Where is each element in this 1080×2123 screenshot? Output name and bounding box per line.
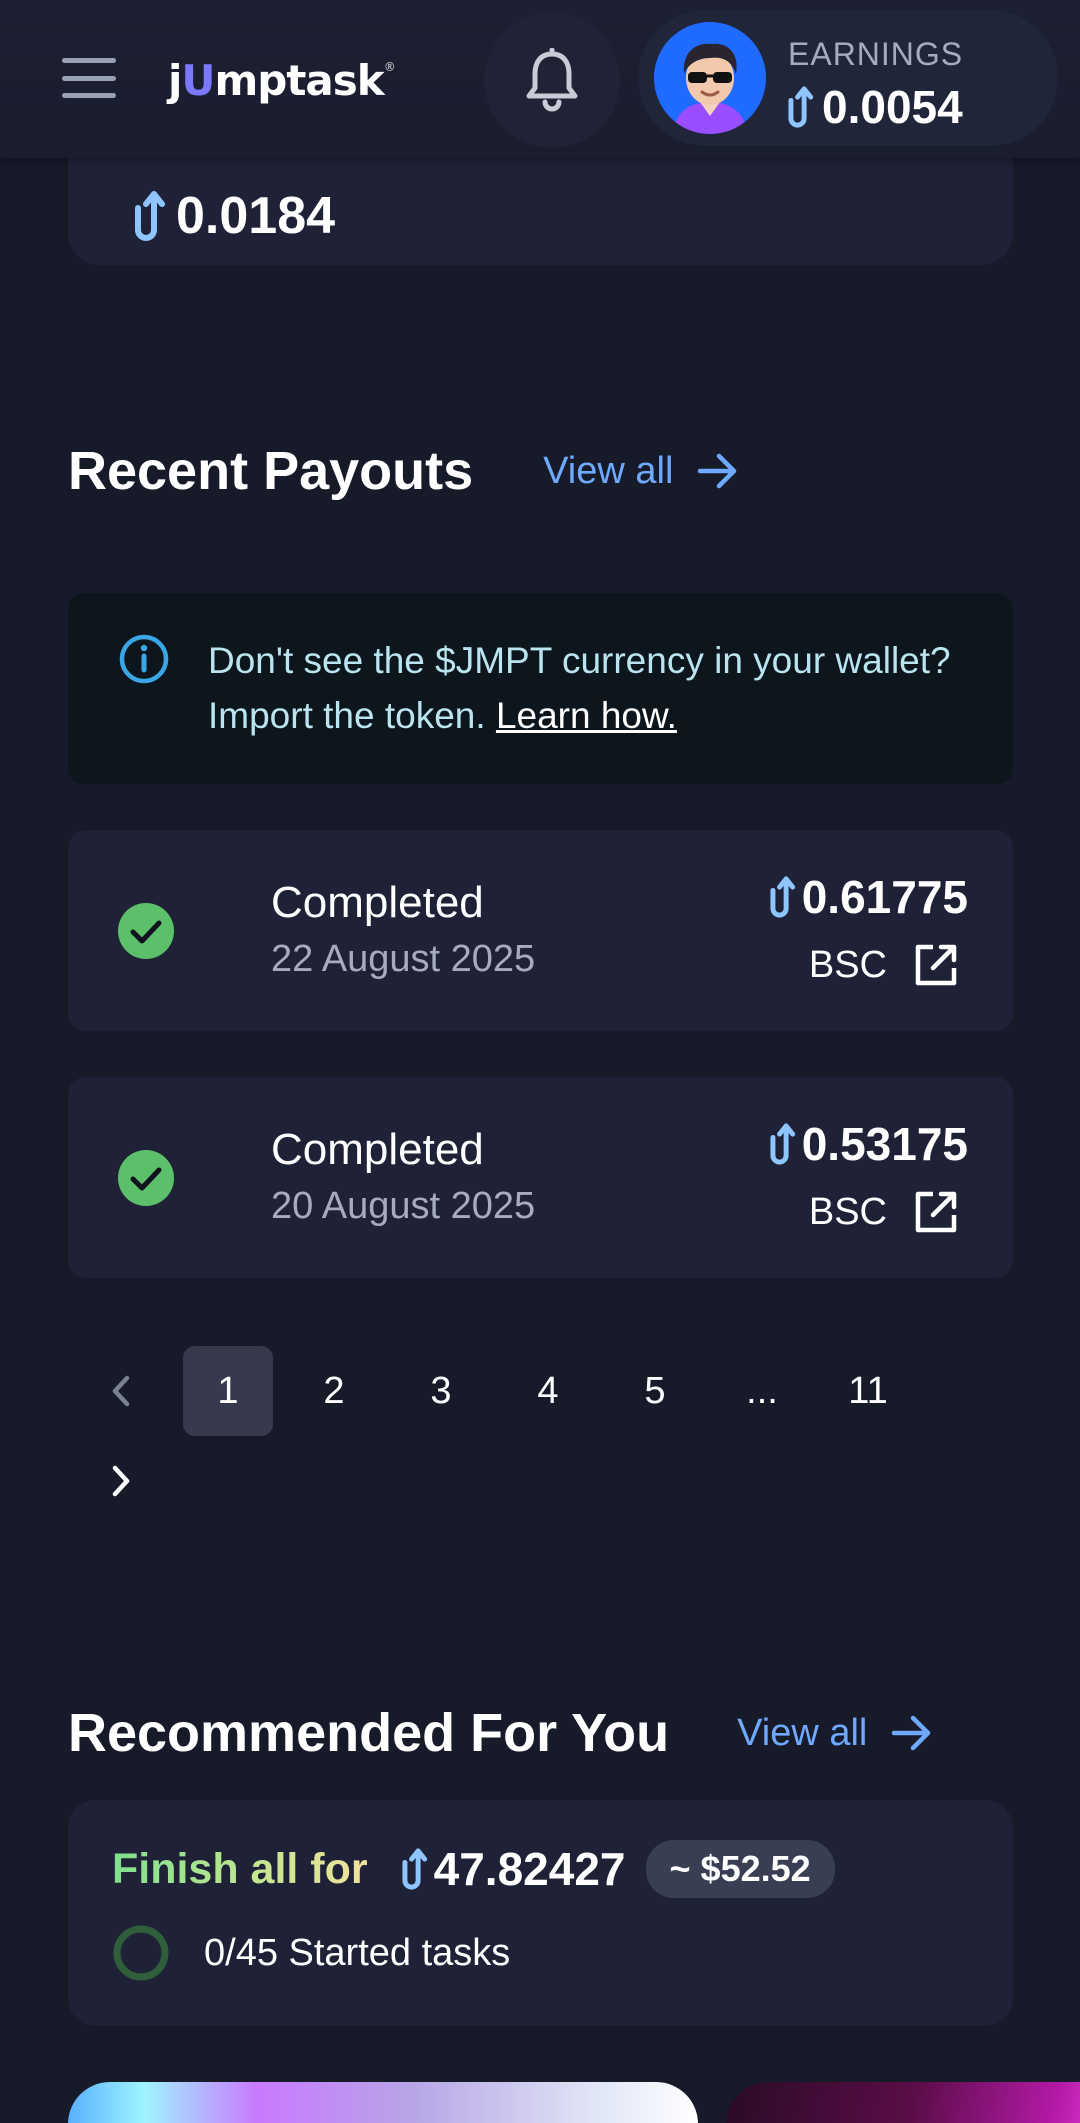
payout-item: Completed 22 August 2025 0.61775 BSC (68, 830, 1013, 1031)
jmpt-token-icon (788, 86, 814, 128)
page-5-button[interactable]: 5 (610, 1346, 700, 1436)
payout-status: Completed (271, 878, 484, 927)
payout-status: Completed (271, 1125, 484, 1174)
check-circle-icon (118, 1150, 174, 1206)
recent-payouts-title: Recent Payouts (68, 441, 474, 501)
jmpt-token-icon (770, 1123, 795, 1165)
payout-amount: 0.61775 (768, 870, 968, 924)
payout-date: 20 August 2025 (271, 1185, 536, 1227)
payout-date: 22 August 2025 (271, 938, 536, 980)
payout-amount: 0.53175 (768, 1117, 968, 1171)
earnings-label: EARNINGS (788, 36, 964, 72)
tasks-progress: 0/45 Started tasks (112, 1924, 510, 1982)
tasks-progress-text: 0/45 Started tasks (204, 1931, 511, 1974)
learn-how-link[interactable]: Learn how. (496, 695, 677, 736)
task-card-banner[interactable] (68, 2082, 698, 2123)
bell-icon (526, 48, 578, 112)
menu-icon[interactable] (62, 58, 116, 98)
prev-page-button[interactable] (76, 1346, 166, 1436)
next-page-button[interactable] (76, 1436, 166, 1526)
info-text: Don't see the $JMPT currency in your wal… (208, 640, 951, 736)
jmpt-token-icon (770, 876, 795, 918)
finish-all-row: Finish all for 47.82427 ~ $52.52 (112, 1840, 835, 1898)
chevron-right-icon (112, 1465, 130, 1497)
task-card-banner[interactable] (726, 2082, 1080, 2123)
app-header: j Umptask ® EARNINGS 0.0054 (0, 0, 1080, 158)
earnings-value: 0.0054 (786, 80, 963, 134)
check-circle-icon (118, 903, 174, 959)
payout-chain-link[interactable]: BSC (809, 942, 959, 988)
page-3-button[interactable]: 3 (396, 1346, 486, 1436)
payout-item: Completed 20 August 2025 0.53175 BSC (68, 1077, 1013, 1278)
recommended-header: Recommended For You View all (68, 1702, 933, 1764)
balance-amount: 0.0184 (132, 186, 335, 246)
import-token-info: Don't see the $JMPT currency in your wal… (68, 593, 1013, 784)
external-link-icon (915, 944, 957, 986)
payout-chain-link[interactable]: BSC (809, 1189, 959, 1235)
chevron-left-icon (112, 1375, 130, 1407)
recent-payouts-view-all[interactable]: View all (543, 450, 739, 493)
recommended-view-all[interactable]: View all (737, 1712, 933, 1755)
finish-all-amount: 47.82427 (400, 1842, 626, 1896)
external-link-icon (915, 1191, 957, 1233)
finish-all-label: Finish all for (112, 1844, 368, 1893)
avatar[interactable] (654, 22, 766, 134)
page-1-button[interactable]: 1 (183, 1346, 273, 1436)
info-icon (119, 634, 169, 684)
recommended-title: Recommended For You (68, 1703, 670, 1763)
usd-value-badge: ~ $52.52 (645, 1840, 835, 1898)
jmpt-token-icon (402, 1848, 427, 1890)
notifications-button[interactable] (484, 12, 620, 148)
page-2-button[interactable]: 2 (289, 1346, 379, 1436)
finish-all-card[interactable]: Finish all for 47.82427 ~ $52.52 0/45 St… (68, 1800, 1013, 2026)
earnings-pill[interactable]: EARNINGS 0.0054 (638, 10, 1058, 146)
arrow-right-icon (698, 453, 737, 489)
recent-payouts-header: Recent Payouts View all (68, 440, 739, 502)
progress-ring-icon (113, 1925, 169, 1981)
arrow-right-icon (892, 1715, 931, 1751)
jumptask-logo[interactable]: j Umptask ® (168, 50, 396, 110)
page-ellipsis: ... (746, 1369, 778, 1412)
page-11-button[interactable]: 11 (823, 1346, 913, 1436)
jmpt-token-icon (135, 191, 165, 241)
page-4-button[interactable]: 4 (503, 1346, 593, 1436)
